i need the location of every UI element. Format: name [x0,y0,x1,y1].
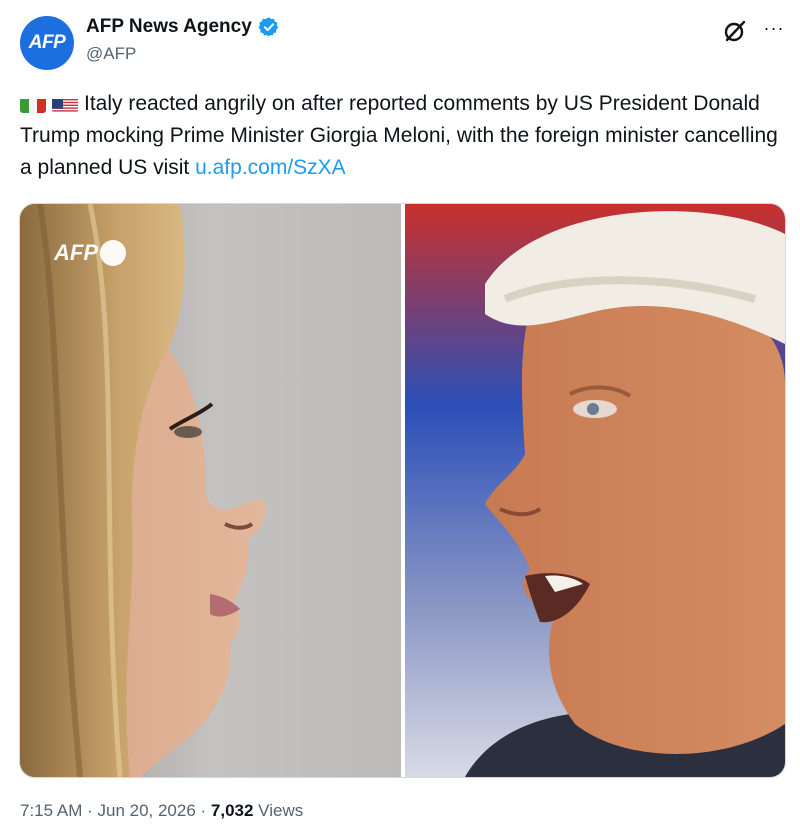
italy-flag-icon [20,95,46,113]
meta-separator: · [82,801,98,820]
watermark-text: AFP [54,240,98,265]
views-label: Views [253,801,304,820]
tweet-date[interactable]: Jun 20, 2026 [97,801,195,820]
more-options-button[interactable]: ··· [760,16,788,40]
meloni-profile-photo[interactable] [20,204,401,777]
avatar[interactable]: AFP [20,16,74,70]
meta-separator: · [195,801,211,820]
watermark-dot-icon [100,240,126,266]
tweet-media[interactable]: AFP [19,203,786,778]
author-name-row[interactable]: AFP News Agency [86,16,280,38]
tweet-body-text: Italy reacted angrily on after reported … [20,92,778,179]
author-handle[interactable]: @AFP [86,44,136,64]
grok-icon[interactable] [722,18,748,44]
views-count: 7,032 [210,801,254,820]
display-name[interactable]: AFP News Agency [86,16,252,38]
verified-badge-icon [258,17,278,37]
afp-watermark: AFP [54,240,126,266]
tweet-text: Italy reacted angrily on after reported … [20,88,790,184]
avatar-logo-text: AFP [28,32,66,53]
tweet-link[interactable]: u.afp.com/SzXA [195,156,346,179]
tweet-time[interactable]: 7:15 AM [20,801,82,820]
tweet-meta: 7:15 AM · Jun 20, 2026 · 7,032 Views [20,801,303,821]
trump-profile-photo[interactable] [405,204,785,777]
us-flag-icon [52,95,78,113]
